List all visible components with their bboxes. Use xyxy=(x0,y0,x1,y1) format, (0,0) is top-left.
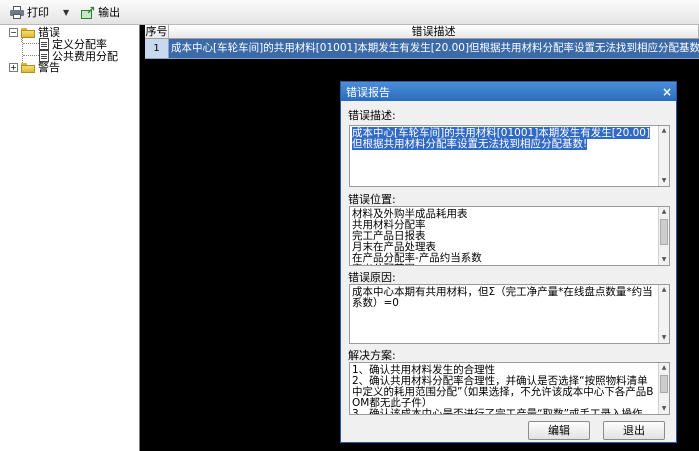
dialog-title: 错误报告 xyxy=(346,85,390,99)
location-text: 材料及外购半成品耗用表 共用材料分配率 完工产品日报表 月末在产品处理表 在产品… xyxy=(352,208,482,266)
print-dropdown-icon[interactable]: ▼ xyxy=(63,8,69,17)
cause-label: 错误原因: xyxy=(348,271,396,284)
desc-scrollbar[interactable]: ▲ ▼ xyxy=(658,126,669,186)
print-button[interactable]: 打印 xyxy=(6,2,53,22)
solution-text: 1、确认共用材料发生的合理性 2、确认共用材料分配率合理性，并确认是否选择“按照… xyxy=(352,364,654,415)
location-textarea[interactable]: 材料及外购半成品耗用表 共用材料分配率 完工产品日报表 月末在产品处理表 在产品… xyxy=(349,206,670,266)
cause-text: 成本中心本期有共用材料，但Σ（完工净产量*在线盘点数量*约当系数）=0 xyxy=(352,286,653,309)
tree-node-define-rate-label: 定义分配率 xyxy=(52,37,107,51)
location-scrollbar[interactable]: ▲ ▼ xyxy=(658,207,669,265)
scroll-down-icon[interactable]: ▼ xyxy=(659,404,669,414)
scroll-up-icon[interactable]: ▲ xyxy=(659,207,669,217)
desc-text: 成本中心[车轮车间]的共用材料[01001]本期发生有发生[20.00]但根据共… xyxy=(352,127,651,150)
toolbar: 打印 ▼ ↗ 输出 xyxy=(0,0,699,25)
tree-node-error-label: 错误 xyxy=(38,26,60,39)
scroll-up-icon[interactable]: ▲ xyxy=(659,126,669,136)
export-icon: ↗ xyxy=(81,4,95,19)
scroll-up-icon[interactable]: ▲ xyxy=(659,285,669,295)
error-report-dialog: 错误报告 × 错误描述: 成本中心[车轮车间]的共用材料[01001]本期发生有… xyxy=(340,81,677,443)
close-icon[interactable]: × xyxy=(658,85,676,99)
scroll-thumb[interactable] xyxy=(660,219,668,245)
tree-node-warning[interactable]: + 警告 xyxy=(0,62,139,73)
cause-textarea[interactable]: 成本中心本期有共用材料，但Σ（完工净产量*在线盘点数量*约当系数）=0 ▲ ▼ xyxy=(349,284,670,344)
scroll-thumb[interactable] xyxy=(660,375,668,393)
solution-scrollbar[interactable]: ▲ ▼ xyxy=(658,363,669,414)
dialog-titlebar[interactable]: 错误报告 × xyxy=(341,82,676,101)
print-label: 打印 xyxy=(27,6,49,19)
exit-button[interactable]: 退出 xyxy=(603,421,665,440)
open-folder-icon xyxy=(21,27,35,38)
printer-icon xyxy=(10,5,24,19)
scroll-down-icon[interactable]: ▼ xyxy=(659,255,669,265)
scroll-down-icon[interactable]: ▼ xyxy=(659,176,669,186)
grid-header: 序号 错误描述 xyxy=(145,25,699,39)
column-header-no[interactable]: 序号 xyxy=(145,25,169,38)
cause-scrollbar[interactable]: ▲ ▼ xyxy=(658,285,669,343)
solution-textarea[interactable]: 1、确认共用材料发生的合理性 2、确认共用材料分配率合理性，并确认是否选择“按照… xyxy=(349,362,670,415)
collapse-icon[interactable]: − xyxy=(9,28,18,37)
folder-icon xyxy=(21,62,35,73)
export-label: 输出 xyxy=(98,6,121,19)
desc-textarea[interactable]: 成本中心[车轮车间]的共用材料[01001]本期发生有发生[20.00]但根据共… xyxy=(349,125,670,187)
expand-icon[interactable]: + xyxy=(9,63,18,72)
tree-node-public-cost-label: 公共费用分配 xyxy=(52,49,118,63)
error-tree: − 错误 定义分配率 公共费用分配 + 警告 xyxy=(0,25,140,451)
scroll-down-icon[interactable]: ▼ xyxy=(659,333,669,343)
column-header-desc[interactable]: 错误描述 xyxy=(169,25,699,38)
document-icon xyxy=(39,38,49,50)
desc-label: 错误描述: xyxy=(348,109,396,122)
tree-node-define-rate[interactable]: 定义分配率 xyxy=(37,38,139,50)
solution-label: 解决方案: xyxy=(348,349,396,362)
scroll-up-icon[interactable]: ▲ xyxy=(659,363,669,373)
tree-node-warning-label: 警告 xyxy=(38,61,60,74)
edit-button[interactable]: 编辑 xyxy=(528,421,590,440)
row-number: 1 xyxy=(145,39,169,58)
row-description: 成本中心[车轮车间]的共用材料[01001]本期发生有发生[20.00]但根据共… xyxy=(171,42,699,54)
location-label: 错误位置: xyxy=(348,193,396,206)
table-row[interactable]: 1 成本中心[车轮车间]的共用材料[01001]本期发生有发生[20.00]但根… xyxy=(145,39,699,59)
tree-node-error[interactable]: − 错误 xyxy=(0,27,139,38)
export-button[interactable]: ↗ 输出 xyxy=(77,2,124,22)
